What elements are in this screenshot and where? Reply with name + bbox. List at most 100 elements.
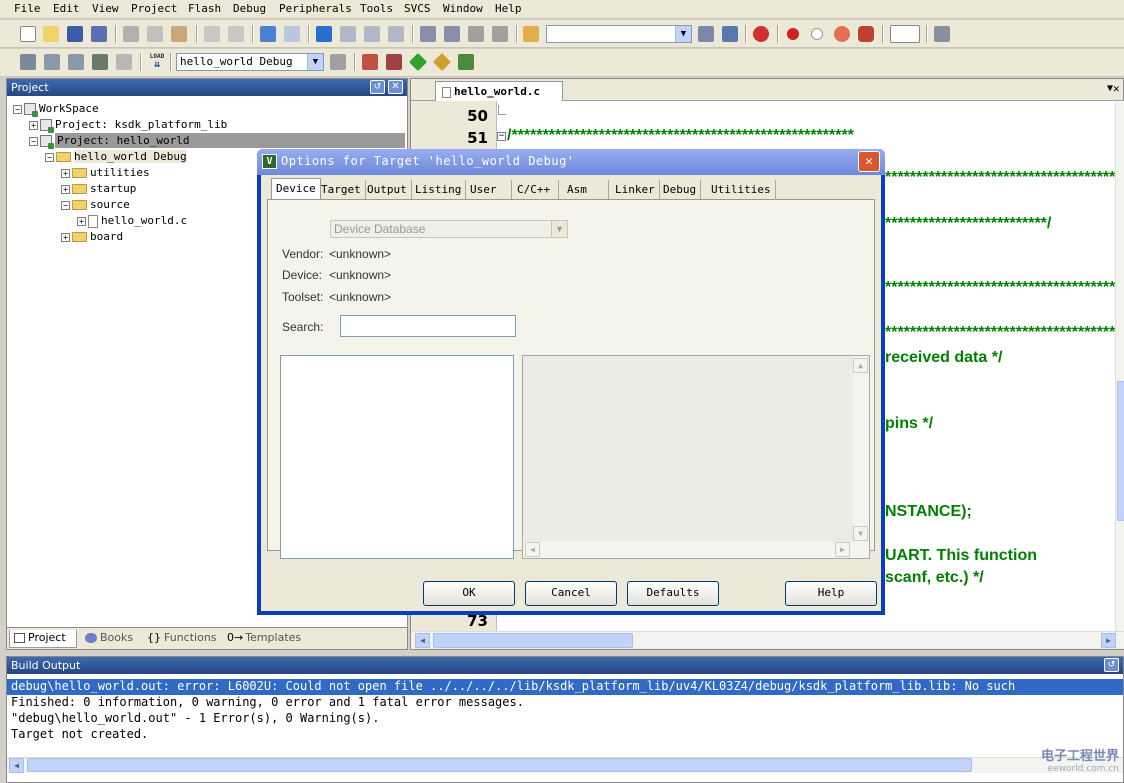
tree-item[interactable]: − hello_world Debug bbox=[45, 149, 187, 164]
load-icon[interactable]: LOAD ⇊ bbox=[148, 53, 166, 73]
menu-flash[interactable]: Flash bbox=[188, 2, 221, 15]
chevron-down-icon[interactable]: ▼ bbox=[551, 221, 567, 237]
description-vertical-scrollbar[interactable]: ▲ ▼ bbox=[853, 356, 869, 558]
tab-functions[interactable]: {} Functions bbox=[143, 630, 221, 648]
pin-icon[interactable]: ↺ bbox=[1104, 658, 1119, 672]
rebuild-icon[interactable] bbox=[68, 54, 84, 70]
tab-hello-world-c[interactable]: hello_world.c bbox=[435, 81, 563, 101]
ok-button[interactable]: OK bbox=[423, 581, 515, 606]
scroll-right-icon[interactable]: ▶ bbox=[1101, 633, 1116, 648]
device-database-select[interactable]: Device Database ▼ bbox=[330, 220, 568, 238]
tab-listing[interactable]: Listing bbox=[411, 180, 467, 200]
menu-tools[interactable]: Tools bbox=[360, 2, 393, 15]
menu-edit[interactable]: Edit bbox=[53, 2, 80, 15]
indent-icon[interactable] bbox=[420, 26, 436, 42]
tab-debug[interactable]: Debug bbox=[659, 180, 702, 200]
tab-target[interactable]: Target bbox=[317, 180, 366, 200]
disable-breakpoint-icon[interactable] bbox=[811, 28, 823, 40]
menu-project[interactable]: Project bbox=[131, 2, 177, 15]
bookmark-icon[interactable] bbox=[316, 26, 332, 42]
pack-installer-icon[interactable] bbox=[432, 52, 452, 72]
fold-collapse-icon[interactable]: − bbox=[497, 132, 506, 141]
translate-icon[interactable] bbox=[20, 54, 36, 70]
tree-item[interactable]: − Project: hello_world bbox=[29, 133, 192, 149]
update-packs-icon[interactable] bbox=[458, 54, 474, 70]
tab-books[interactable]: Books bbox=[81, 630, 137, 648]
stop-build-icon[interactable] bbox=[116, 54, 132, 70]
search-input[interactable] bbox=[340, 315, 516, 337]
menu-window[interactable]: Window bbox=[443, 2, 483, 15]
tab-c-cpp[interactable]: C/C++ bbox=[513, 180, 559, 200]
build-horizontal-scrollbar[interactable]: ◀ bbox=[7, 757, 1123, 773]
menu-help[interactable]: Help bbox=[495, 2, 522, 15]
save-icon[interactable] bbox=[67, 26, 83, 42]
tree-item[interactable]: + Project: ksdk_platform_lib bbox=[29, 117, 227, 133]
tree-item[interactable]: + utilities bbox=[61, 165, 150, 180]
run-time-environment-icon[interactable] bbox=[408, 52, 428, 72]
paste-icon[interactable] bbox=[171, 26, 187, 42]
close-icon[interactable]: ✕ bbox=[388, 80, 403, 94]
uncomment-icon[interactable] bbox=[492, 26, 508, 42]
save-all-icon[interactable] bbox=[91, 26, 107, 42]
menu-file[interactable]: File bbox=[14, 2, 41, 15]
scroll-left-icon[interactable]: ◀ bbox=[525, 542, 540, 557]
find-in-files-icon[interactable] bbox=[523, 26, 539, 42]
tab-linker[interactable]: Linker bbox=[611, 180, 660, 200]
configure-icon[interactable] bbox=[934, 26, 950, 42]
target-select[interactable]: hello_world Debug ▼ bbox=[176, 53, 324, 71]
nav-forward-icon[interactable] bbox=[284, 26, 300, 42]
device-tree-list[interactable] bbox=[280, 355, 514, 559]
collapse-icon[interactable]: − bbox=[61, 200, 70, 210]
chevron-down-icon[interactable]: ▼ bbox=[675, 26, 691, 42]
kill-breakpoints-icon[interactable] bbox=[858, 26, 874, 42]
build-output-line[interactable]: Target not created. bbox=[11, 727, 148, 741]
scroll-down-icon[interactable]: ▼ bbox=[853, 526, 868, 541]
expand-icon[interactable]: + bbox=[77, 216, 86, 226]
pin-icon[interactable]: ↺ bbox=[370, 80, 385, 94]
expand-icon[interactable]: + bbox=[61, 232, 70, 242]
tab-utilities[interactable]: Utilities bbox=[707, 180, 776, 200]
new-file-icon[interactable] bbox=[20, 26, 36, 42]
debug-session-icon[interactable] bbox=[753, 26, 769, 42]
comment-icon[interactable] bbox=[468, 26, 484, 42]
tab-asm[interactable]: Asm bbox=[563, 180, 609, 200]
close-icon[interactable]: ✕ bbox=[858, 151, 880, 172]
undo-icon[interactable] bbox=[204, 26, 220, 42]
open-folder-icon[interactable] bbox=[43, 26, 59, 42]
copy-icon[interactable] bbox=[147, 26, 163, 42]
editor-horizontal-scrollbar[interactable]: ◀ ▶ bbox=[411, 631, 1124, 649]
nav-back-icon[interactable] bbox=[260, 26, 276, 42]
expand-icon[interactable]: + bbox=[61, 168, 70, 178]
tree-item[interactable]: − source bbox=[61, 197, 130, 212]
tab-templates[interactable]: 0→ Templates bbox=[223, 630, 305, 648]
target-options-icon[interactable] bbox=[330, 54, 346, 70]
scroll-up-icon[interactable]: ▲ bbox=[853, 358, 868, 373]
menu-view[interactable]: View bbox=[92, 2, 119, 15]
tab-output[interactable]: Output bbox=[363, 180, 412, 200]
cut-icon[interactable] bbox=[123, 26, 139, 42]
batch-build-icon[interactable] bbox=[92, 54, 108, 70]
scrollbar-thumb[interactable] bbox=[27, 758, 972, 772]
help-button[interactable]: Help bbox=[785, 581, 877, 606]
tree-item[interactable]: + board bbox=[61, 229, 123, 244]
tree-item[interactable]: + hello_world.c bbox=[77, 213, 187, 228]
collapse-icon[interactable]: − bbox=[45, 152, 54, 162]
clear-bookmarks-icon[interactable] bbox=[388, 26, 404, 42]
tree-item[interactable]: + startup bbox=[61, 181, 136, 196]
select-software-packs-icon[interactable] bbox=[386, 54, 402, 70]
find-combo[interactable]: ▼ bbox=[546, 25, 692, 43]
breakpoint-icon[interactable] bbox=[787, 28, 799, 40]
collapse-icon[interactable]: − bbox=[29, 136, 38, 146]
tab-project[interactable]: Project bbox=[9, 630, 77, 648]
build-output-line-selected[interactable]: debug\hello_world.out: error: L6002U: Co… bbox=[7, 679, 1123, 695]
scroll-left-icon[interactable]: ◀ bbox=[415, 633, 430, 648]
scrollbar-thumb[interactable] bbox=[433, 633, 633, 648]
disable-all-breakpoints-icon[interactable] bbox=[834, 26, 850, 42]
unindent-icon[interactable] bbox=[444, 26, 460, 42]
menu-debug[interactable]: Debug bbox=[233, 2, 266, 15]
editor-vertical-scrollbar[interactable] bbox=[1115, 101, 1124, 631]
expand-icon[interactable]: + bbox=[61, 184, 70, 194]
tab-user[interactable]: User bbox=[466, 180, 512, 200]
build-output-line[interactable]: "debug\hello_world.out" - 1 Error(s), 0 … bbox=[11, 711, 379, 725]
collapse-icon[interactable]: − bbox=[13, 104, 22, 114]
